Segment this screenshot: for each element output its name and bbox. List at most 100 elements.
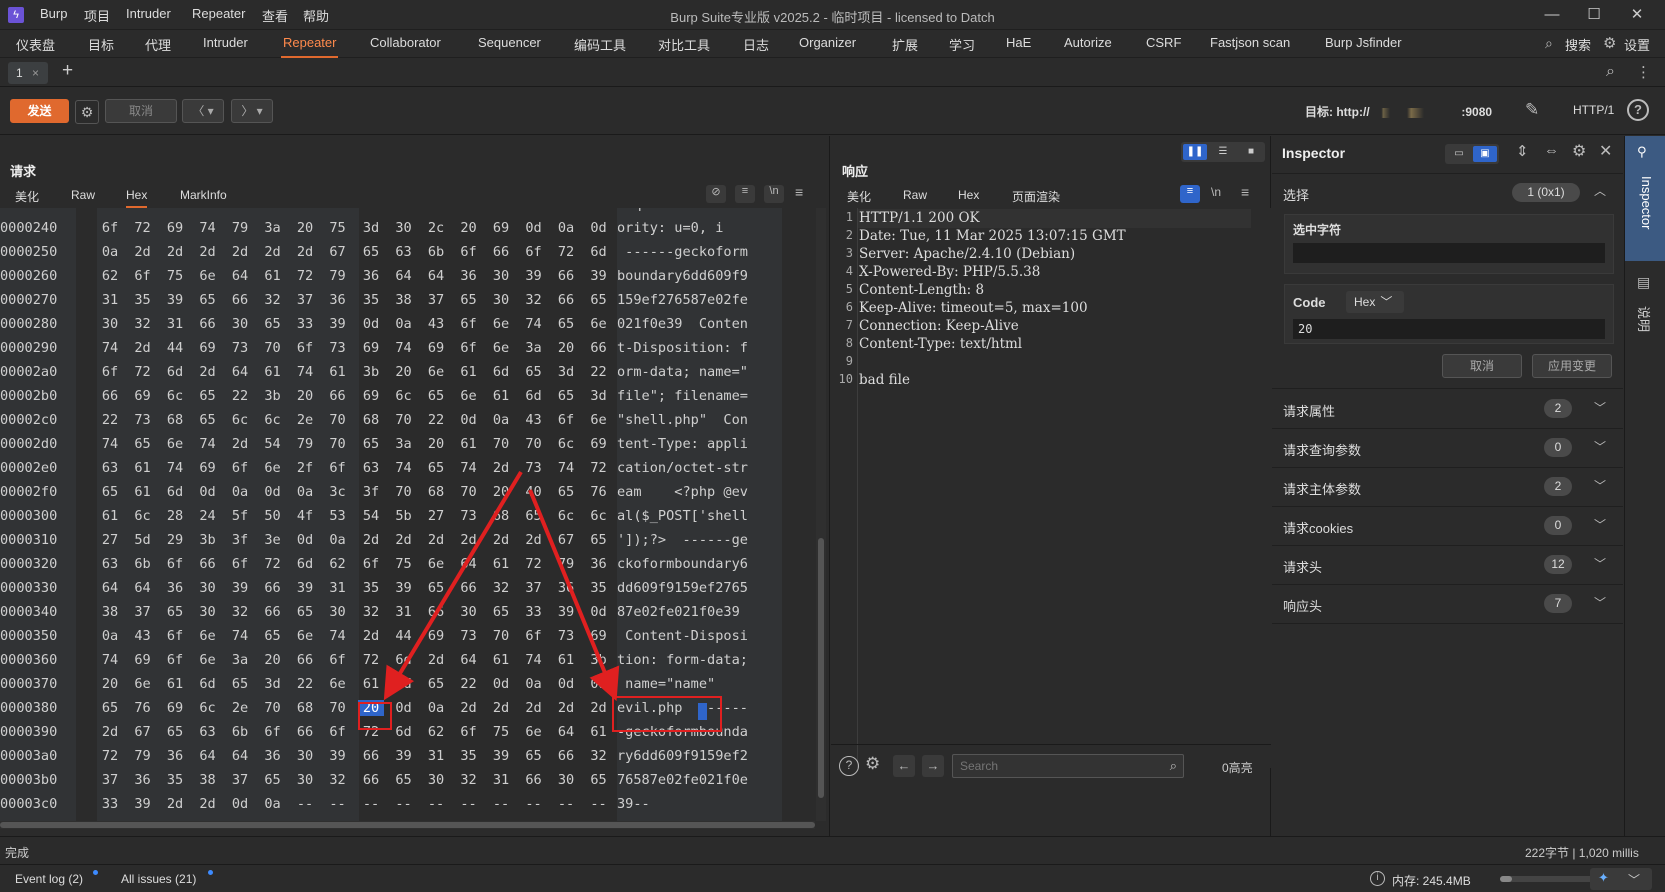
gear-icon[interactable]: ⚙ (1603, 34, 1616, 52)
hex-byte[interactable]: 31 (391, 604, 417, 620)
hex-byte[interactable]: 2d (521, 532, 547, 548)
menu-burp[interactable]: Burp (40, 6, 67, 21)
hex-byte[interactable]: 20 (391, 208, 417, 212)
hex-byte[interactable]: 74 (195, 436, 221, 452)
hex-byte[interactable]: 0a (325, 532, 351, 548)
hex-byte[interactable]: 61 (97, 508, 123, 524)
hex-byte[interactable]: 65 (195, 412, 221, 428)
hex-text[interactable]: dd609f9159ef2765 (617, 580, 748, 596)
hex-byte[interactable]: 22 (97, 412, 123, 428)
hex-byte[interactable]: 69 (586, 208, 612, 212)
response-line[interactable]: 2 Date: Tue, 11 Mar 2025 13:07:15 GMT (831, 228, 1271, 247)
hex-byte[interactable]: 66 (97, 388, 123, 404)
hex-byte[interactable]: 27 (97, 532, 123, 548)
hex-row[interactable]: 0000280 30 32 31 66 30 65 33 39 0d 0a 43 6f 6e 74 65 6e 0… (0, 316, 815, 340)
hex-byte[interactable]: 20 (97, 676, 123, 692)
hex-byte[interactable]: 30 (456, 604, 482, 620)
hex-text[interactable]: cation/octet-str (617, 460, 748, 476)
hex-byte[interactable]: 20 (391, 364, 417, 380)
hex-byte[interactable]: 69 (358, 340, 384, 356)
hex-byte[interactable]: 6e (521, 724, 547, 740)
tab-repeater[interactable]: Repeater (281, 35, 339, 58)
hex-row[interactable]: 00002c0 22 73 68 65 6c 6c 2e 70 68 70 22 0d 0a 43 6f 6e "… (0, 412, 815, 436)
split-vertical-icon[interactable]: ☰ (1211, 144, 1235, 160)
hex-byte[interactable]: 68 (162, 412, 188, 428)
expand-all-icon[interactable]: ⇕ (1516, 142, 1529, 160)
hex-byte[interactable]: 2d (358, 628, 384, 644)
hex-byte[interactable]: 2d (227, 436, 253, 452)
hex-byte[interactable]: 6f (325, 652, 351, 668)
gear-icon[interactable]: ⚙ (865, 754, 880, 774)
hex-row[interactable]: 0000350 0a 43 6f 6e 74 65 6e 74 2d 44 69 73 70 6f 73 69 … (0, 628, 815, 652)
hex-byte[interactable]: 64 (195, 748, 221, 764)
hex-byte[interactable]: 70 (325, 700, 351, 716)
hex-byte[interactable]: 3e (260, 532, 286, 548)
hex-byte[interactable]: 0a (292, 484, 318, 500)
hex-byte[interactable]: 20 (260, 652, 286, 668)
hex-byte[interactable]: 76 (586, 484, 612, 500)
hex-byte[interactable]: 65 (260, 772, 286, 788)
hex-text[interactable]: tion: form-data; (617, 652, 748, 668)
hex-row[interactable]: 0000330 64 64 36 30 39 66 39 31 35 39 65 66 32 37 36 35 d… (0, 580, 815, 604)
hex-byte[interactable]: 0a (488, 412, 514, 428)
arrow-right-icon[interactable]: → (922, 755, 944, 777)
hex-byte[interactable]: 6e (423, 364, 449, 380)
hex-byte[interactable]: 43 (423, 316, 449, 332)
hex-byte[interactable]: 0d (292, 532, 318, 548)
hex-row[interactable]: 0000290 74 2d 44 69 73 70 6f 73 69 74 69 6f 6e 3a 20 66 t… (0, 340, 815, 364)
response-search-box[interactable]: ⌕ (952, 754, 1184, 778)
code-value-field[interactable]: 20 (1293, 319, 1605, 339)
hex-byte[interactable]: 66 (292, 652, 318, 668)
hex-byte[interactable]: 65 (292, 604, 318, 620)
request-tab-markinfo[interactable]: MarkInfo (180, 188, 227, 202)
hex-byte[interactable]: 6f (227, 460, 253, 476)
hex-byte[interactable]: 0a (391, 316, 417, 332)
hex-byte[interactable]: 65 (358, 436, 384, 452)
hex-byte[interactable]: 75 (325, 220, 351, 236)
more-vertical-icon[interactable]: ⋮ (1636, 63, 1651, 81)
forward-button[interactable]: 〉 ▾ (231, 99, 273, 123)
hex-byte[interactable]: 6f (292, 340, 318, 356)
response-line[interactable]: 9 (831, 354, 1271, 373)
hex-byte[interactable]: 2d (456, 700, 482, 716)
hex-byte[interactable]: 72 (358, 652, 384, 668)
hex-editor[interactable]: 0000230 52 65 71 75 65 73 74 73 3a 20 31 0d 0a 50 72 69 R… (0, 208, 815, 821)
hex-byte[interactable]: 72 (130, 220, 156, 236)
hex-byte[interactable]: 6f (162, 556, 188, 572)
hex-byte[interactable]: 69 (162, 220, 188, 236)
hex-byte[interactable]: 32 (260, 292, 286, 308)
inspector-section[interactable]: 响应头 7 ﹀ (1272, 584, 1623, 624)
hex-byte[interactable]: 64 (423, 268, 449, 284)
hex-byte[interactable]: 6e (292, 628, 318, 644)
hex-byte[interactable]: 6b (423, 244, 449, 260)
tab-csrf[interactable]: CSRF (1144, 35, 1183, 58)
hex-byte[interactable]: 3f (227, 532, 253, 548)
hex-byte[interactable]: 70 (391, 412, 417, 428)
inspector-section[interactable]: 请求查询参数 0 ﹀ (1272, 428, 1623, 468)
hex-byte[interactable]: 61 (260, 268, 286, 284)
hex-byte[interactable]: 35 (130, 292, 156, 308)
hex-byte[interactable]: 37 (130, 604, 156, 620)
hex-byte[interactable]: 67 (130, 724, 156, 740)
tab-learn[interactable]: 学习 (947, 35, 977, 58)
hex-byte[interactable]: 62 (97, 268, 123, 284)
hex-byte[interactable]: 43 (130, 628, 156, 644)
hex-byte[interactable]: 33 (97, 796, 123, 812)
hex-byte[interactable]: 6f (260, 724, 286, 740)
hex-row[interactable]: 0000370 20 6e 61 6d 65 3d 22 6e 61 6d 65 22 0d 0a 0d 0a … (0, 676, 815, 700)
hex-byte[interactable]: 65 (586, 772, 612, 788)
hex-text[interactable]: 87e02fe021f0e39 (617, 604, 740, 620)
hex-byte[interactable]: 39 (130, 796, 156, 812)
hex-byte[interactable]: 36 (130, 772, 156, 788)
chevron-down-icon[interactable]: ﹀ (1594, 477, 1606, 494)
hex-byte[interactable]: 65 (260, 628, 286, 644)
hex-byte[interactable]: 61 (358, 676, 384, 692)
hex-byte[interactable]: 62 (325, 556, 351, 572)
hex-byte[interactable]: 66 (488, 244, 514, 260)
hex-byte[interactable]: 74 (97, 436, 123, 452)
hex-byte[interactable]: 20 (423, 436, 449, 452)
response-line[interactable]: 3 Server: Apache/2.4.10 (Debian) (831, 246, 1271, 265)
newline-icon[interactable]: \n (764, 185, 784, 203)
hex-byte[interactable]: 20 (358, 700, 384, 716)
tab-logger[interactable]: 日志 (741, 35, 771, 58)
